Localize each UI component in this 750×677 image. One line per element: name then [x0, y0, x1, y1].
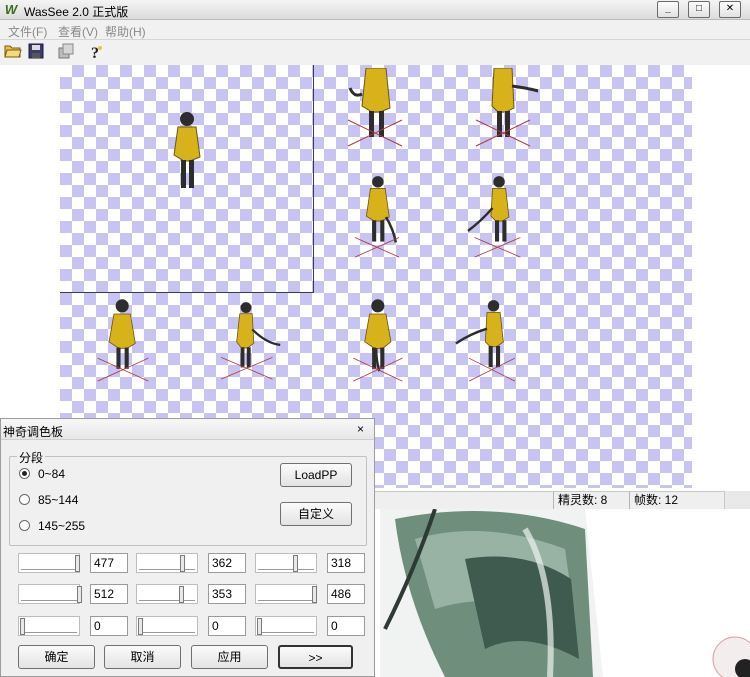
menu-file[interactable]: 文件(F): [8, 23, 47, 40]
sprite-frame-main[interactable]: [150, 105, 220, 195]
frame-count: 帧数: 12: [629, 492, 724, 510]
sprite-frame-7[interactable]: [218, 296, 288, 386]
slider-r1-c2[interactable]: [136, 553, 198, 573]
sprite-frame-8[interactable]: [342, 296, 412, 386]
panel-close-icon[interactable]: ×: [357, 422, 364, 436]
window-title: WasSee 2.0 正式版: [24, 5, 129, 19]
value-r1-c1[interactable]: 477: [90, 553, 128, 573]
slider-r2-c1[interactable]: [18, 584, 82, 604]
apply-button[interactable]: 应用: [191, 645, 268, 669]
panel-title-bar: 神奇调色板 ×: [1, 419, 374, 440]
value-r2-c3[interactable]: 486: [327, 584, 365, 604]
value-r2-c2[interactable]: 353: [208, 584, 246, 604]
value-r3-c3[interactable]: 0: [327, 616, 365, 636]
close-button[interactable]: ✕: [719, 1, 741, 18]
open-folder-icon[interactable]: [3, 43, 22, 62]
range-option-3[interactable]: 145~255: [19, 519, 85, 533]
horizontal-scrollbar[interactable]: [724, 491, 750, 509]
radio-icon[interactable]: [19, 494, 30, 505]
sprite-frame-5[interactable]: [460, 172, 530, 262]
panel-title: 神奇调色板: [3, 425, 64, 439]
slider-r1-c1[interactable]: [18, 553, 80, 573]
range-group-label: 分段: [17, 449, 46, 466]
load-pp-button[interactable]: LoadPP: [280, 463, 352, 487]
value-r1-c2[interactable]: 362: [208, 553, 246, 573]
save-icon[interactable]: [26, 43, 45, 62]
magic-palette-panel: 神奇调色板 × 分段 0~84 85~144 145~255 LoadPP 自定…: [0, 418, 375, 677]
custom-button[interactable]: 自定义: [280, 502, 352, 526]
sprite-frame-3[interactable]: [468, 68, 538, 158]
range-option-2[interactable]: 85~144: [19, 493, 78, 507]
app-icon: W: [4, 2, 18, 17]
slider-r3-c3[interactable]: [255, 616, 317, 636]
preview-image: [375, 509, 750, 677]
title-bar: W WasSee 2.0 正式版 _ □ ✕: [0, 0, 750, 20]
sprite-count: 精灵数: 8: [553, 492, 629, 510]
cancel-button[interactable]: 取消: [104, 645, 181, 669]
help-icon[interactable]: ?: [86, 43, 105, 62]
sprite-frame-6[interactable]: [88, 296, 158, 386]
radio-icon[interactable]: [19, 520, 30, 531]
value-r3-c1[interactable]: 0: [90, 616, 128, 636]
menu-bar: 文件(F) 查看(V) 帮助(H): [0, 20, 750, 40]
slider-r3-c2[interactable]: [136, 616, 198, 636]
canvas-margin: [692, 65, 750, 488]
svg-text:?: ?: [91, 45, 99, 61]
maximize-button[interactable]: □: [688, 1, 710, 18]
slider-r2-c3[interactable]: [255, 584, 317, 604]
canvas-gutter: [0, 65, 60, 425]
radio-selected-icon[interactable]: [19, 468, 30, 479]
ok-button[interactable]: 确定: [18, 645, 95, 669]
range-option-1[interactable]: 0~84: [19, 467, 65, 481]
menu-help[interactable]: 帮助(H): [105, 23, 146, 40]
slider-r1-c3[interactable]: [255, 553, 317, 573]
export-icon[interactable]: [56, 43, 75, 62]
sprite-frame-2[interactable]: [340, 68, 410, 158]
sprite-frame-9[interactable]: [452, 296, 522, 386]
minimize-button[interactable]: _: [657, 1, 679, 18]
value-r1-c3[interactable]: 318: [327, 553, 365, 573]
slider-r3-c1[interactable]: [18, 616, 80, 636]
sprite-frame-4[interactable]: [342, 172, 412, 262]
status-bar: 精灵数: 8 帧数: 12: [375, 491, 750, 510]
slider-r2-c2[interactable]: [136, 584, 198, 604]
toolbar: ?: [0, 40, 750, 65]
value-r2-c1[interactable]: 512: [90, 584, 128, 604]
value-r3-c2[interactable]: 0: [208, 616, 246, 636]
menu-view[interactable]: 查看(V): [58, 23, 98, 40]
more-button[interactable]: >>: [278, 645, 353, 669]
